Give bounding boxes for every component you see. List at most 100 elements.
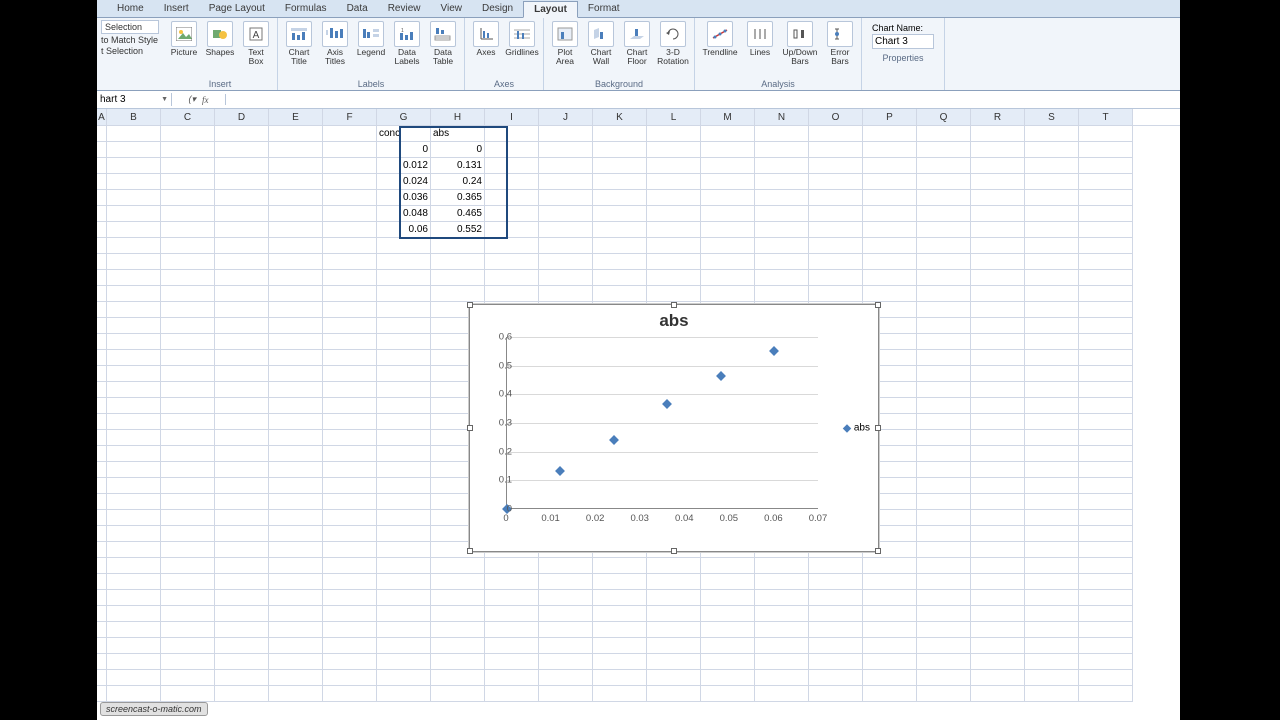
cell[interactable] <box>323 318 377 334</box>
cell[interactable] <box>97 462 107 478</box>
axis-titles-button[interactable]: Axis Titles <box>318 20 352 67</box>
lines-button[interactable]: Lines <box>743 20 777 58</box>
cell[interactable] <box>107 190 161 206</box>
cell[interactable] <box>215 558 269 574</box>
cell[interactable] <box>269 334 323 350</box>
cell[interactable] <box>917 382 971 398</box>
cell[interactable] <box>647 622 701 638</box>
cell[interactable] <box>323 574 377 590</box>
cell[interactable] <box>1025 158 1079 174</box>
cell[interactable] <box>323 638 377 654</box>
cell[interactable] <box>323 238 377 254</box>
cell[interactable] <box>593 606 647 622</box>
cell[interactable] <box>971 382 1025 398</box>
cell[interactable] <box>377 302 431 318</box>
cell[interactable] <box>647 670 701 686</box>
cell[interactable] <box>323 542 377 558</box>
cell[interactable] <box>377 334 431 350</box>
cell[interactable] <box>269 222 323 238</box>
cell[interactable] <box>215 462 269 478</box>
cell[interactable] <box>863 606 917 622</box>
cell[interactable] <box>107 638 161 654</box>
cell[interactable] <box>809 158 863 174</box>
cell[interactable] <box>97 350 107 366</box>
cell[interactable] <box>917 334 971 350</box>
tab-page-layout[interactable]: Page Layout <box>199 1 275 16</box>
cell[interactable] <box>971 174 1025 190</box>
cell[interactable]: 0.048 <box>377 206 431 222</box>
cell[interactable] <box>377 478 431 494</box>
cell[interactable] <box>1025 302 1079 318</box>
cell[interactable] <box>539 254 593 270</box>
cell[interactable] <box>809 606 863 622</box>
tab-formulas[interactable]: Formulas <box>275 1 337 16</box>
cell[interactable] <box>107 142 161 158</box>
cell[interactable] <box>215 478 269 494</box>
cell[interactable] <box>647 606 701 622</box>
cell[interactable] <box>971 574 1025 590</box>
cell[interactable] <box>377 382 431 398</box>
cell[interactable] <box>755 286 809 302</box>
cell[interactable]: 0.012 <box>377 158 431 174</box>
cell[interactable] <box>215 686 269 702</box>
cell[interactable] <box>323 334 377 350</box>
cell[interactable] <box>485 238 539 254</box>
cell[interactable] <box>97 446 107 462</box>
plot-area[interactable] <box>506 337 818 509</box>
cell[interactable] <box>593 126 647 142</box>
cell[interactable] <box>215 126 269 142</box>
cell[interactable] <box>809 574 863 590</box>
cell[interactable] <box>97 318 107 334</box>
cell[interactable] <box>107 446 161 462</box>
tab-insert[interactable]: Insert <box>154 1 199 16</box>
cell[interactable] <box>647 158 701 174</box>
cell[interactable] <box>431 686 485 702</box>
cell[interactable] <box>755 558 809 574</box>
data-point[interactable] <box>716 371 726 381</box>
cell[interactable] <box>215 286 269 302</box>
cell[interactable] <box>809 590 863 606</box>
cell[interactable] <box>161 286 215 302</box>
cell[interactable] <box>161 318 215 334</box>
cell[interactable] <box>269 270 323 286</box>
cell[interactable] <box>917 174 971 190</box>
cell[interactable] <box>215 174 269 190</box>
cell[interactable] <box>269 478 323 494</box>
cell[interactable] <box>97 206 107 222</box>
cell[interactable] <box>485 638 539 654</box>
cell[interactable] <box>215 190 269 206</box>
cell[interactable] <box>539 158 593 174</box>
cell[interactable] <box>971 526 1025 542</box>
cell[interactable] <box>809 638 863 654</box>
cell[interactable] <box>1079 414 1133 430</box>
cell[interactable] <box>485 654 539 670</box>
cell[interactable] <box>1025 206 1079 222</box>
cell[interactable] <box>97 222 107 238</box>
cell[interactable] <box>377 526 431 542</box>
cell[interactable] <box>1079 366 1133 382</box>
cell[interactable] <box>701 606 755 622</box>
data-point[interactable] <box>663 399 673 409</box>
cell[interactable] <box>161 366 215 382</box>
error-bars-button[interactable]: Error Bars <box>823 20 857 67</box>
legend-button[interactable]: Legend <box>354 20 388 58</box>
cell[interactable] <box>215 398 269 414</box>
cell[interactable] <box>161 686 215 702</box>
cell[interactable] <box>269 190 323 206</box>
cell[interactable] <box>107 574 161 590</box>
cell[interactable] <box>269 590 323 606</box>
cell[interactable] <box>107 606 161 622</box>
cell[interactable] <box>917 622 971 638</box>
cell[interactable] <box>701 206 755 222</box>
cell[interactable] <box>971 414 1025 430</box>
cell[interactable] <box>971 510 1025 526</box>
cell[interactable] <box>377 622 431 638</box>
cell[interactable] <box>97 142 107 158</box>
cell[interactable] <box>809 206 863 222</box>
cell[interactable] <box>107 302 161 318</box>
data-point[interactable] <box>609 435 619 445</box>
cell[interactable] <box>863 158 917 174</box>
cell[interactable] <box>161 382 215 398</box>
cell[interactable] <box>215 622 269 638</box>
cell[interactable] <box>1025 366 1079 382</box>
